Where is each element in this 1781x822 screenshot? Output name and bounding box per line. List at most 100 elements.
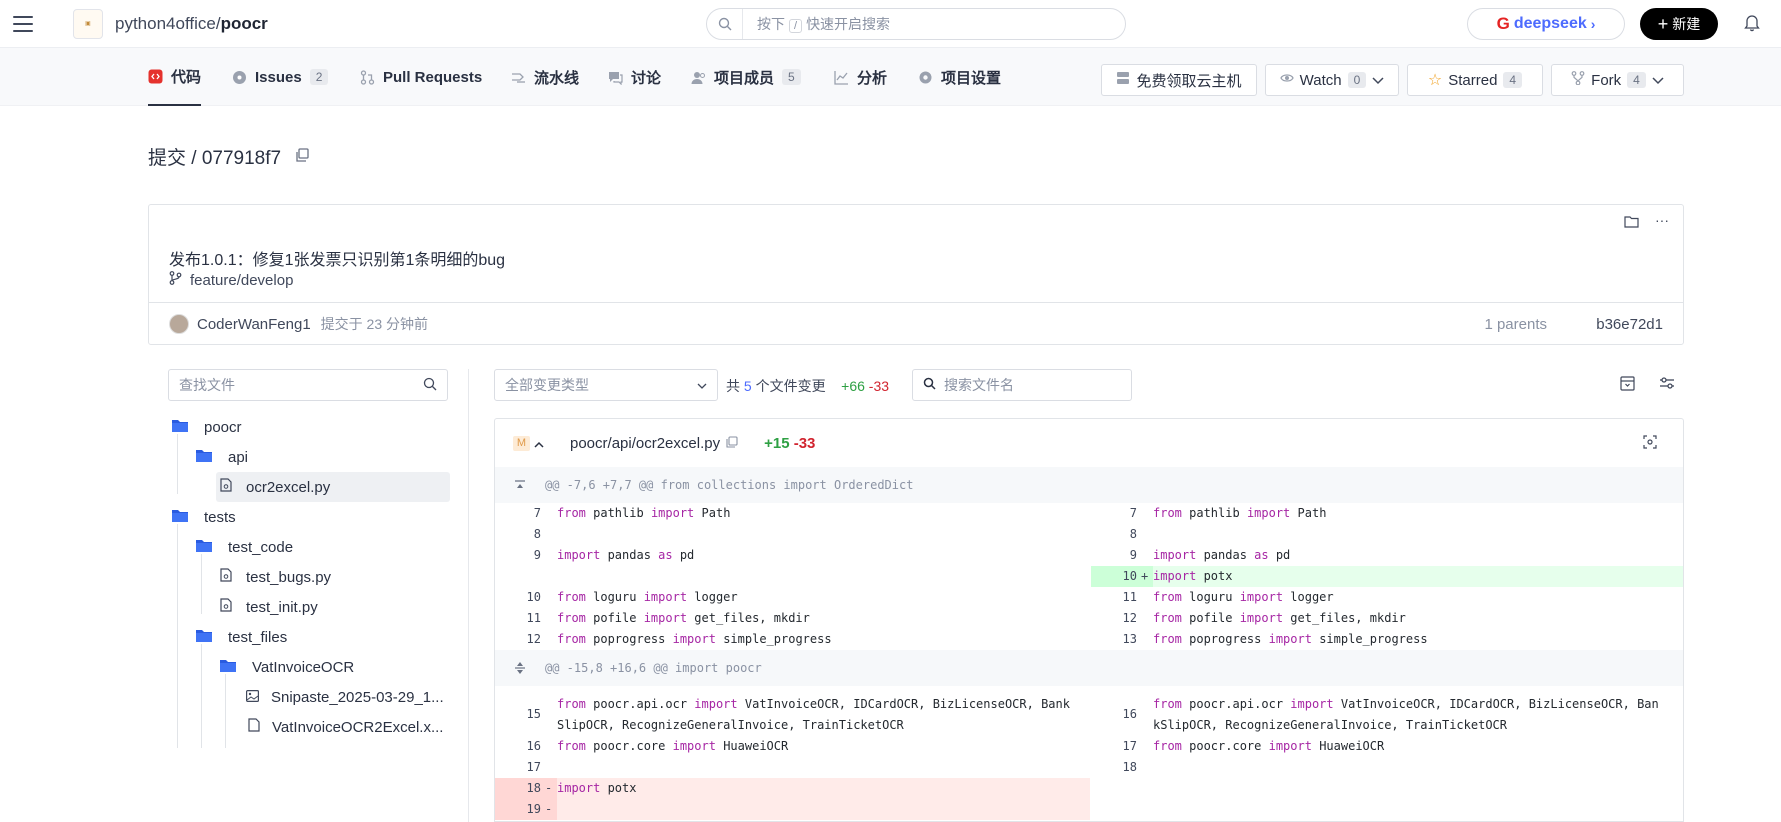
diff-file: M poocr/api/ocr2excel.py +15 -33 @@ -7,6… xyxy=(494,418,1684,822)
tree-file-test-init[interactable]: test_init.py xyxy=(220,592,318,622)
members-icon xyxy=(691,70,706,85)
watch-button[interactable]: Watch 0 xyxy=(1265,64,1399,96)
total-deletions: -33 xyxy=(868,378,890,394)
deepseek-button[interactable]: Gdeepseek › xyxy=(1467,8,1625,40)
diff-file-path[interactable]: poocr/api/ocr2excel.py xyxy=(570,435,720,452)
code-icon xyxy=(148,69,163,84)
total-additions: +66 xyxy=(841,378,865,394)
analytics-icon xyxy=(834,70,849,85)
search-icon xyxy=(923,377,936,393)
pull-request-icon xyxy=(360,69,375,85)
gear-icon xyxy=(918,70,933,85)
search-placeholder: 按下 / 快速开启搜索 xyxy=(757,16,891,33)
tree-folder-test-files[interactable]: test_files xyxy=(196,622,287,652)
tree-folder-api[interactable]: api xyxy=(196,442,248,472)
more-icon[interactable]: ··· xyxy=(1655,213,1669,232)
issues-count: 2 xyxy=(309,69,329,85)
commit-message: 发布1.0.1：修复1张发票只识别第1条明细的bug xyxy=(169,252,506,269)
file-name-search[interactable]: 搜索文件名 xyxy=(912,369,1132,401)
parents-label: 1 parents xyxy=(1484,315,1547,333)
folder-icon xyxy=(172,509,188,526)
tab-code[interactable]: 代码 xyxy=(148,48,202,106)
starred-button[interactable]: ☆ Starred 4 xyxy=(1407,64,1543,96)
tab-discussions[interactable]: 讨论 xyxy=(608,48,661,106)
commit-author[interactable]: CoderWanFeng1 xyxy=(197,316,311,333)
folder-icon xyxy=(196,629,212,646)
branch-icon xyxy=(169,271,182,289)
folder-icon xyxy=(220,659,236,676)
added-line: 10 + import potx xyxy=(1091,566,1683,587)
tree-folder-vatinvoiceocr[interactable]: VatInvoiceOCR xyxy=(220,652,354,682)
avatar[interactable] xyxy=(169,314,189,334)
cloud-host-button[interactable]: 免费领取云主机 xyxy=(1101,64,1257,96)
fork-count: 4 xyxy=(1627,72,1646,88)
star-count: 4 xyxy=(1503,72,1523,88)
file-icon xyxy=(248,718,260,736)
tab-pull-requests[interactable]: Pull Requests xyxy=(360,48,482,106)
repo-nav: 代码 Issues 2 Pull Requests 流水线 讨论 项目成员 5 分析… xyxy=(0,48,1781,106)
deleted-line: 19- xyxy=(495,799,1090,820)
copy-icon[interactable] xyxy=(726,435,738,452)
tab-settings[interactable]: 项目设置 xyxy=(918,48,1001,106)
tree-file-test-bugs[interactable]: test_bugs.py xyxy=(220,562,331,592)
file-tree-search[interactable]: 查找文件 xyxy=(168,369,448,401)
tree-file-ocr2excel[interactable]: ocr2excel.py xyxy=(216,472,450,502)
repo-link[interactable]: poocr xyxy=(221,14,268,33)
notification-bell-icon[interactable] xyxy=(1744,14,1760,32)
chevron-down-icon xyxy=(697,377,707,393)
diff-summary: 共 5 个文件变更 +66 -33 xyxy=(726,378,890,394)
python-file-icon xyxy=(220,568,232,586)
tree-folder-poocr[interactable]: poocr xyxy=(172,412,242,442)
expand-both-icon[interactable] xyxy=(495,650,545,686)
tab-pipeline[interactable]: 流水线 xyxy=(511,48,579,106)
commit-time: 提交于 23 分钟前 xyxy=(320,316,429,332)
deepseek-logo-icon: G xyxy=(1496,14,1510,33)
issue-icon xyxy=(232,70,247,85)
chevron-down-icon xyxy=(1652,72,1664,89)
tree-folder-test-code[interactable]: test_code xyxy=(196,532,293,562)
folder-icon xyxy=(196,449,212,466)
commit-title: 提交 / 077918f7 xyxy=(148,143,309,170)
star-icon: ☆ xyxy=(1427,72,1443,89)
expand-view-icon[interactable] xyxy=(1643,435,1657,453)
pipeline-icon xyxy=(511,70,526,85)
hunk-header: @@ -7,6 +7,7 @@ from collections import … xyxy=(495,467,1683,503)
settings-sliders-icon[interactable] xyxy=(1659,376,1675,395)
diff-file-header: M poocr/api/ocr2excel.py +15 -33 xyxy=(495,419,1683,467)
search-icon xyxy=(423,377,437,394)
server-icon xyxy=(1116,71,1130,89)
repo-logo[interactable]: ▣ xyxy=(73,8,103,39)
tab-members[interactable]: 项目成员 5 xyxy=(691,48,801,106)
commit-info-card: ··· 发布1.0.1：修复1张发票只识别第1条明细的bug feature/d… xyxy=(148,204,1684,345)
menu-icon[interactable] xyxy=(13,15,33,32)
image-file-icon xyxy=(246,689,260,706)
tree-folder-tests[interactable]: tests xyxy=(172,502,236,532)
fork-button[interactable]: Fork 4 xyxy=(1551,64,1684,96)
folder-icon xyxy=(196,539,212,556)
chevron-down-icon xyxy=(1372,72,1384,89)
modified-badge: M xyxy=(513,435,530,451)
watch-count: 0 xyxy=(1347,72,1367,88)
org-link[interactable]: python4office xyxy=(115,14,216,33)
global-search[interactable]: 按下 / 快速开启搜索 xyxy=(706,8,1126,40)
fork-icon xyxy=(1571,71,1585,89)
folder-icon[interactable] xyxy=(1624,215,1639,232)
tab-analytics[interactable]: 分析 xyxy=(834,48,887,106)
expand-up-icon[interactable] xyxy=(495,467,545,503)
members-count: 5 xyxy=(782,69,801,85)
new-button[interactable]: + 新建 xyxy=(1640,8,1718,40)
panel-divider[interactable] xyxy=(468,369,469,822)
file-diff-stats: +15 -33 xyxy=(764,434,816,452)
search-icon xyxy=(707,9,743,39)
top-bar: ▣ python4office/poocr 按下 / 快速开启搜索 Gdeepsee… xyxy=(0,0,1781,48)
change-type-select[interactable]: 全部变更类型 xyxy=(494,369,718,401)
commit-branch[interactable]: feature/develop xyxy=(169,271,293,289)
tab-issues[interactable]: Issues 2 xyxy=(232,48,329,106)
tree-file-snipaste[interactable]: Snipaste_2025-03-29_1... xyxy=(246,682,444,712)
copy-icon[interactable] xyxy=(295,146,309,168)
collapse-icon[interactable] xyxy=(534,435,544,452)
tree-file-vatinvoice-excel[interactable]: VatInvoiceOCR2Excel.x... xyxy=(248,712,443,742)
archive-icon[interactable] xyxy=(1620,376,1635,395)
parent-sha-link[interactable]: b36e72d1 xyxy=(1596,316,1663,333)
python-file-icon xyxy=(220,598,232,616)
